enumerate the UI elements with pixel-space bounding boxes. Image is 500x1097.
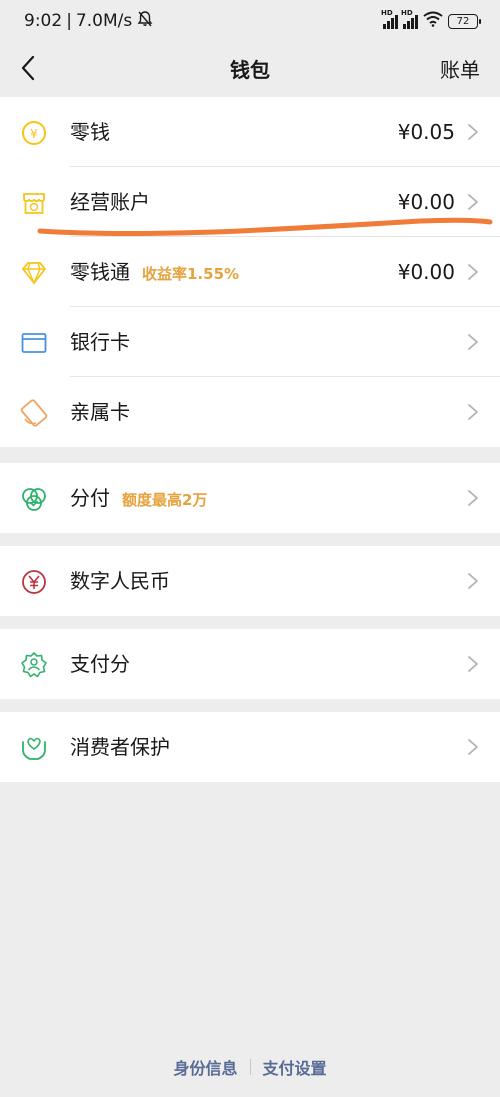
row-label: 经营账户	[70, 190, 150, 214]
status-speed: 7.0M/s	[75, 11, 133, 31]
row-label: 银行卡	[70, 330, 130, 354]
wifi-icon	[423, 11, 443, 32]
bill-button[interactable]: 账单	[440, 54, 480, 83]
chevron-right-icon	[468, 739, 478, 755]
installment-icon	[20, 485, 48, 513]
chevron-left-icon	[21, 55, 35, 81]
status-separator: |	[66, 11, 72, 31]
back-button[interactable]	[14, 52, 42, 84]
status-left: 9:02 | 7.0M/s	[24, 10, 154, 33]
chevron-right-icon	[468, 124, 478, 140]
signal-icon-2: HD	[401, 9, 418, 29]
credit-limit-tag: 额度最高2万	[122, 491, 208, 509]
row-bank-card[interactable]: 银行卡	[0, 307, 500, 377]
row-business-account[interactable]: 经营账户 ¥0.00	[0, 167, 500, 237]
status-bar: 9:02 | 7.0M/s HD HD 72	[0, 0, 500, 42]
row-change-plus[interactable]: 零钱通 收益率1.55% ¥0.00	[0, 237, 500, 307]
page-title: 钱包	[230, 57, 270, 82]
row-installment[interactable]: 分付 额度最高2万	[0, 463, 500, 533]
footer-divider	[249, 1059, 251, 1075]
battery-level: 72	[456, 15, 470, 27]
signal-hd-label: HD	[381, 9, 393, 17]
coin-icon: ¥	[20, 119, 48, 147]
wallet-group-main: ¥ 零钱 ¥0.05 经营账户 ¥0.00 零钱通 收益率1.55% ¥0.00…	[0, 97, 500, 447]
wallet-group-pay-score: 支付分	[0, 629, 500, 699]
row-label: 支付分	[70, 652, 130, 676]
row-value: ¥0.00	[397, 190, 455, 214]
row-value: ¥0.05	[397, 120, 455, 144]
chevron-right-icon	[468, 264, 478, 280]
pay-score-icon	[20, 651, 48, 679]
chevron-right-icon	[468, 656, 478, 672]
row-label-with-tag: 零钱通 收益率1.55%	[70, 237, 239, 307]
battery-icon: 72	[448, 13, 481, 29]
consumer-protection-icon	[20, 734, 48, 762]
bell-muted-icon	[136, 10, 154, 33]
footer-links: 身份信息 支付设置	[0, 1055, 500, 1079]
row-value: ¥0.00	[397, 260, 455, 284]
row-change[interactable]: ¥ 零钱 ¥0.05	[0, 97, 500, 167]
yield-rate-tag: 收益率1.55%	[142, 265, 240, 283]
chevron-right-icon	[468, 490, 478, 506]
row-label-with-tag: 分付 额度最高2万	[70, 463, 207, 533]
row-label: 亲属卡	[70, 400, 130, 424]
row-pay-score[interactable]: 支付分	[0, 629, 500, 699]
shop-icon	[20, 189, 48, 217]
row-digital-rmb[interactable]: 数字人民币	[0, 546, 500, 616]
wallet-page: 9:02 | 7.0M/s HD HD 72 钱包 账单 ¥ 零钱 ¥0.05 …	[0, 0, 500, 1097]
row-label: 零钱	[70, 120, 110, 144]
chevron-right-icon	[468, 404, 478, 420]
row-consumer-protection[interactable]: 消费者保护	[0, 712, 500, 782]
signal-hd-label-2: HD	[401, 9, 413, 17]
row-family-card[interactable]: 亲属卡	[0, 377, 500, 447]
svg-text:¥: ¥	[30, 127, 38, 141]
nav-bar: 钱包 账单	[0, 42, 500, 94]
row-label: 消费者保护	[70, 735, 170, 759]
payment-settings-link[interactable]: 支付设置	[263, 1055, 327, 1079]
chevron-right-icon	[468, 573, 478, 589]
row-label: 分付	[70, 486, 110, 510]
chevron-right-icon	[468, 194, 478, 210]
status-right: HD HD 72	[381, 9, 481, 32]
signal-icon: HD	[381, 9, 398, 29]
row-label: 数字人民币	[70, 569, 170, 593]
status-time: 9:02	[24, 11, 63, 31]
wallet-group-installment: 分付 额度最高2万	[0, 463, 500, 533]
diamond-icon	[20, 259, 48, 287]
wallet-group-digital-rmb: 数字人民币	[0, 546, 500, 616]
family-card-icon	[20, 399, 48, 427]
row-label: 零钱通	[70, 260, 130, 284]
wallet-group-consumer-protection: 消费者保护	[0, 712, 500, 782]
chevron-right-icon	[468, 334, 478, 350]
bank-card-icon	[20, 329, 48, 357]
identity-info-link[interactable]: 身份信息	[173, 1055, 237, 1079]
digital-rmb-icon	[20, 568, 48, 596]
